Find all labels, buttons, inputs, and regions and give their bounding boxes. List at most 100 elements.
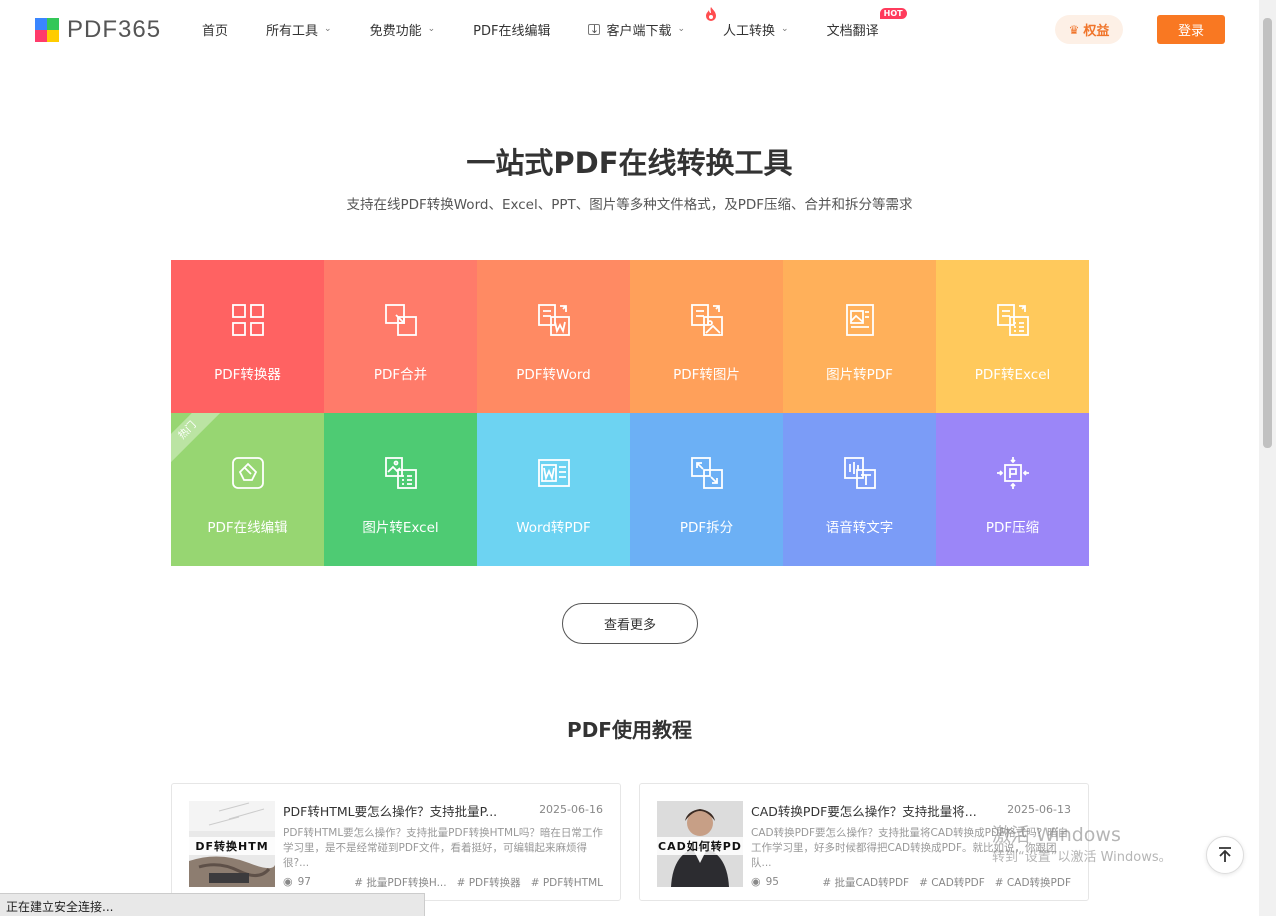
view-count: 97 [297,875,311,888]
chevron-down-icon: ⌄ [324,24,332,34]
view-more-button[interactable]: 查看更多 [562,603,698,644]
nav-pdf-online-edit[interactable]: PDF在线编辑 [473,20,550,39]
article-views: ◉ 95 [751,875,779,888]
thumbnail-caption: DF转换HTM [189,837,275,855]
tool-pdf-compress[interactable]: PDF压缩 [936,413,1089,566]
login-button[interactable]: 登录 [1157,15,1225,44]
tool-label: 语音转文字 [825,520,894,536]
article-card[interactable]: DF转换HTM PDF转HTML要怎么操作？支持批量P... 2025-06-1… [171,783,621,901]
article-thumbnail: CAD如何转PD [657,801,743,887]
image-to-pdf-icon [845,304,874,336]
vertical-scrollbar[interactable] [1259,0,1276,916]
nav-label: 客户端下载 [606,23,672,39]
nav-label: 所有工具 [266,23,319,39]
tool-label: PDF在线编辑 [207,520,288,536]
activation-watermark-text: 转到“设置”以激活 Windows。 [992,850,1172,865]
compress-icon [996,457,1029,489]
logo[interactable]: PDF365 [35,16,161,44]
article-tag[interactable]: # 批量CAD转PDF [822,875,909,890]
logo-text: PDF365 [67,16,162,43]
download-icon: ↓ [588,22,601,36]
eye-icon: ◉ [751,875,761,888]
nav-home[interactable]: 首页 [202,20,228,39]
nav-all-tools[interactable]: 所有工具 ⌄ [266,20,332,39]
article-tag[interactable]: # PDF转HTML [531,875,603,890]
scrollbar-thumb[interactable] [1263,18,1272,448]
hot-ribbon: 热门 [171,413,227,470]
pdf-to-excel-icon [996,304,1029,336]
tool-label: PDF压缩 [985,520,1040,536]
back-to-top-button[interactable] [1206,836,1244,874]
tool-pdf-converter[interactable]: PDF转换器 [171,260,324,413]
article-description: PDF转HTML要怎么操作？支持批量PDF转换HTML吗？暗在日常工作学习里，是… [283,827,603,869]
logo-mark-icon [35,18,59,42]
article-title[interactable]: PDF转HTML要怎么操作？支持批量P... [283,801,497,820]
tool-label: PDF转图片 [673,367,740,383]
tool-image-to-excel[interactable]: 图片转Excel [324,413,477,566]
benefits-button[interactable]: ♛ 权益 [1055,15,1123,44]
fire-icon [706,6,717,21]
tool-pdf-online-edit[interactable]: 热门 PDF在线编辑 [171,413,324,566]
article-tags: # 批量CAD转PDF # CAD转PDF # CAD转换PDF [822,875,1071,890]
chevron-down-icon: ⌄ [781,24,789,34]
thumbnail-caption: CAD如何转PD [657,837,743,855]
benefits-label: 权益 [1083,24,1110,39]
tool-label: PDF转换器 [214,367,281,383]
tools-grid: PDF转换器 PDF合并 PDF转Word PDF转图片 图片转PDF PDF转… [171,260,1089,566]
image-to-excel-icon [384,457,417,489]
tool-label: 图片转Excel [362,520,439,536]
main-nav: 首页 所有工具 ⌄ 免费功能 ⌄ PDF在线编辑 ↓ 客户端下载 ⌄ 人工转换 … [202,0,917,58]
nav-label: 人工转换 [723,23,776,39]
nav-doc-translate[interactable]: 文档翻译 HOT [826,7,907,39]
nav-label: 免费功能 [369,23,422,39]
tool-label: PDF合并 [373,367,428,383]
activation-watermark-title: 激活 Windows [992,824,1121,846]
view-count: 95 [765,875,779,888]
nav-client-download[interactable]: ↓ 客户端下载 ⌄ [588,20,685,39]
article-tags: # 批量PDF转换H... # PDF转换器 # PDF转HTML [354,875,603,890]
crown-icon: ♛ [1068,22,1080,37]
edit-icon [231,457,264,489]
article-views: ◉ 97 [283,875,311,888]
article-tag[interactable]: # CAD转换PDF [995,875,1071,890]
tool-pdf-split[interactable]: PDF拆分 [630,413,783,566]
speech-to-text-icon [843,457,876,489]
grid-icon [231,304,264,336]
tool-label: 图片转PDF [826,367,893,383]
tool-pdf-to-excel[interactable]: PDF转Excel [936,260,1089,413]
tool-word-to-pdf[interactable]: Word转PDF [477,413,630,566]
article-date: 2025-06-16 [539,803,603,816]
article-date: 2025-06-13 [1007,803,1071,816]
hot-badge: HOT [879,7,907,19]
article-tag[interactable]: # 批量PDF转换H... [354,875,446,890]
nav-label: 首页 [202,23,229,39]
chevron-down-icon: ⌄ [677,24,686,34]
split-icon [690,457,723,489]
tool-pdf-to-word[interactable]: PDF转Word [477,260,630,413]
nav-free-features[interactable]: 免费功能 ⌄ [370,20,436,39]
tool-pdf-merge[interactable]: PDF合并 [324,260,477,413]
pdf-to-image-icon [690,304,723,336]
tool-pdf-to-image[interactable]: PDF转图片 [630,260,783,413]
article-thumbnail: DF转换HTM [189,801,275,887]
nav-manual-convert[interactable]: 人工转换 ⌄ [706,6,789,39]
article-tag[interactable]: # CAD转PDF [919,875,985,890]
eye-icon: ◉ [283,875,293,888]
site-header: PDF365 首页 所有工具 ⌄ 免费功能 ⌄ PDF在线编辑 ↓ 客户端下载 … [0,0,1259,58]
article-title[interactable]: CAD转换PDF要怎么操作？支持批量将... [751,801,977,820]
page-title: 一站式PDF在线转换工具 [466,146,793,180]
tool-speech-to-text[interactable]: 语音转文字 [783,413,936,566]
tool-image-to-pdf[interactable]: 图片转PDF [783,260,936,413]
tool-label: PDF转Excel [974,367,1051,383]
page-subtitle: 支持在线PDF转换Word、Excel、PPT、图片等多种文件格式，及PDF压缩… [346,197,913,213]
tutorials-title: PDF使用教程 [567,718,692,742]
article-tag[interactable]: # PDF转换器 [457,875,521,890]
browser-status-bar: 正在建立安全连接... [0,893,425,916]
arrow-up-icon [1219,847,1231,862]
nav-label: PDF在线编辑 [473,23,551,39]
chevron-down-icon: ⌄ [427,24,436,34]
merge-icon [384,304,417,336]
word-to-pdf-icon [537,459,570,487]
nav-label: 文档翻译 [826,23,879,39]
tool-label: PDF转Word [516,367,591,383]
